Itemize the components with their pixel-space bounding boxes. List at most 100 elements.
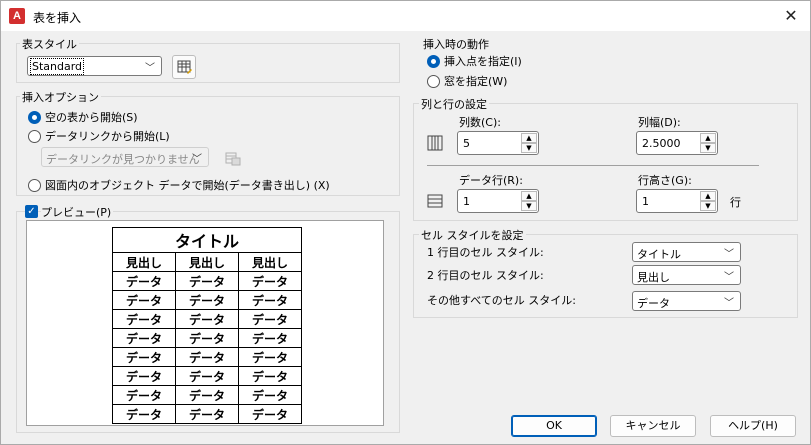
spinner-arrows[interactable]: ▲ ▼ (700, 191, 716, 211)
preview-header-cell: 見出し (175, 252, 239, 272)
radio-label: 空の表から開始(S) (45, 111, 138, 124)
radio-label: データリンクから開始(L) (45, 130, 170, 143)
column-width-value: 2.5000 (642, 137, 681, 150)
preview-pane: タイトル 見出し 見出し 見出し データ データ データ データ データ データ データ… (26, 220, 384, 426)
preview-data-cell: データ (112, 347, 176, 367)
preview-checkbox[interactable]: ✓ (25, 205, 38, 218)
preview-data-cell: データ (238, 328, 302, 348)
second-row-style-value: 見出し (637, 271, 670, 284)
preview-data-cell: データ (238, 309, 302, 329)
preview-data-cell: データ (175, 385, 239, 405)
spin-up-icon[interactable]: ▲ (700, 191, 716, 201)
spin-up-icon[interactable]: ▲ (521, 191, 537, 201)
table-style-value: Standard (29, 58, 85, 75)
specify-window-radio[interactable]: 窓を指定(W) (427, 73, 507, 89)
ok-button[interactable]: OK (511, 415, 597, 437)
preview-data-cell: データ (112, 404, 176, 424)
second-row-style-select[interactable]: 見出し ﹀ (632, 265, 741, 285)
datalink-select[interactable]: データリンクが見つかりません ﹀ (41, 147, 209, 167)
spinner-arrows[interactable]: ▲ ▼ (700, 133, 716, 153)
spin-down-icon[interactable]: ▼ (521, 201, 537, 211)
data-rows-label: データ行(R): (459, 174, 523, 187)
insert-options-group-label: 挿入オプション (20, 89, 101, 105)
preview-data-cell: データ (112, 366, 176, 386)
chevron-down-icon: ﹀ (724, 249, 734, 260)
preview-data-cell: データ (175, 404, 239, 424)
start-from-datalink-radio[interactable]: データリンクから開始(L) (28, 128, 170, 144)
spin-up-icon[interactable]: ▲ (521, 133, 537, 143)
radio-label: 窓を指定(W) (444, 75, 508, 88)
table-style-dialog-button[interactable] (172, 55, 196, 79)
datalink-icon (225, 152, 241, 166)
radio-selected-icon (28, 110, 41, 124)
datalink-manager-button[interactable] (220, 146, 244, 170)
radio-selected-icon (427, 54, 440, 68)
preview-data-cell: データ (238, 385, 302, 405)
other-cells-style-label: その他すべてのセル スタイル: (427, 294, 576, 307)
data-rows-value: 1 (463, 195, 470, 208)
first-row-style-label: 1 行目のセル スタイル: (427, 246, 544, 259)
preview-data-cell: データ (175, 328, 239, 348)
chevron-down-icon: ﹀ (192, 154, 202, 165)
other-cells-style-value: データ (637, 297, 670, 310)
spinner-arrows[interactable]: ▲ ▼ (521, 133, 537, 153)
preview-data-cell: データ (112, 385, 176, 405)
second-row-style-label: 2 行目のセル スタイル: (427, 269, 544, 282)
preview-data-cell: データ (112, 309, 176, 329)
other-cells-style-select[interactable]: データ ﹀ (632, 291, 741, 311)
preview-label: プレビュー(P) (41, 204, 114, 220)
table-style-select[interactable]: Standard ﹀ (27, 56, 162, 76)
help-button[interactable]: ヘルプ(H) (710, 415, 796, 437)
chevron-down-icon: ﹀ (724, 272, 734, 283)
preview-data-cell: データ (238, 366, 302, 386)
row-height-value: 1 (642, 195, 649, 208)
preview-data-cell: データ (238, 404, 302, 424)
cancel-button[interactable]: キャンセル (610, 415, 696, 437)
first-row-style-select[interactable]: タイトル ﹀ (632, 242, 741, 262)
preview-data-cell: データ (175, 309, 239, 329)
start-from-empty-radio[interactable]: 空の表から開始(S) (28, 109, 138, 125)
spin-up-icon[interactable]: ▲ (700, 133, 716, 143)
preview-data-cell: データ (112, 271, 176, 291)
autocad-app-icon: A (9, 8, 25, 24)
start-from-object-data-radio[interactable]: 図面内のオブジェクト データで開始(データ書き出し) (X) (28, 177, 330, 193)
spin-down-icon[interactable]: ▼ (521, 143, 537, 153)
column-width-spinner[interactable]: 2.5000 ▲ ▼ (636, 131, 718, 155)
table-style-group-label: 表スタイル (20, 36, 79, 52)
chevron-down-icon: ﹀ (145, 63, 155, 74)
preview-table: タイトル 見出し 見出し 見出し データ データ データ データ データ データ データ… (112, 227, 302, 424)
preview-table-title: タイトル (112, 227, 302, 253)
spin-down-icon[interactable]: ▼ (700, 143, 716, 153)
row-height-spinner[interactable]: 1 ▲ ▼ (636, 189, 718, 213)
preview-data-cell: データ (175, 366, 239, 386)
chevron-down-icon: ﹀ (724, 298, 734, 309)
column-width-label: 列幅(D): (638, 116, 681, 129)
spinner-arrows[interactable]: ▲ ▼ (521, 191, 537, 211)
datalink-value: データリンクが見つかりません (46, 153, 200, 166)
specify-insertion-point-radio[interactable]: 挿入点を指定(I) (427, 53, 522, 69)
radio-label: 図面内のオブジェクト データで開始(データ書き出し) (X) (45, 179, 330, 192)
data-rows-spinner[interactable]: 1 ▲ ▼ (457, 189, 539, 213)
columns-label: 列数(C): (459, 116, 501, 129)
divider (427, 165, 759, 166)
close-icon[interactable]: ✕ (780, 5, 802, 27)
columns-value: 5 (463, 137, 470, 150)
preview-data-cell: データ (238, 271, 302, 291)
table-style-icon (177, 60, 192, 74)
preview-data-cell: データ (112, 290, 176, 310)
radio-icon (28, 129, 41, 143)
preview-data-cell: データ (112, 328, 176, 348)
radio-label: 挿入点を指定(I) (444, 55, 522, 68)
column-row-settings-label: 列と行の設定 (419, 96, 489, 112)
columns-spinner[interactable]: 5 ▲ ▼ (457, 131, 539, 155)
insert-table-dialog: A 表を挿入 ✕ 表スタイル Standard ﹀ 挿入オプション 空の表から開… (0, 0, 811, 445)
preview-data-cell: データ (175, 271, 239, 291)
spin-down-icon[interactable]: ▼ (700, 201, 716, 211)
window-title: 表を挿入 (33, 11, 82, 25)
cell-styles-group-label: セル スタイルを設定 (419, 227, 526, 243)
rows-icon (427, 194, 443, 208)
preview-data-cell: データ (238, 347, 302, 367)
row-unit-label: 行 (730, 196, 741, 209)
first-row-style-value: タイトル (637, 248, 681, 261)
preview-data-cell: データ (175, 347, 239, 367)
